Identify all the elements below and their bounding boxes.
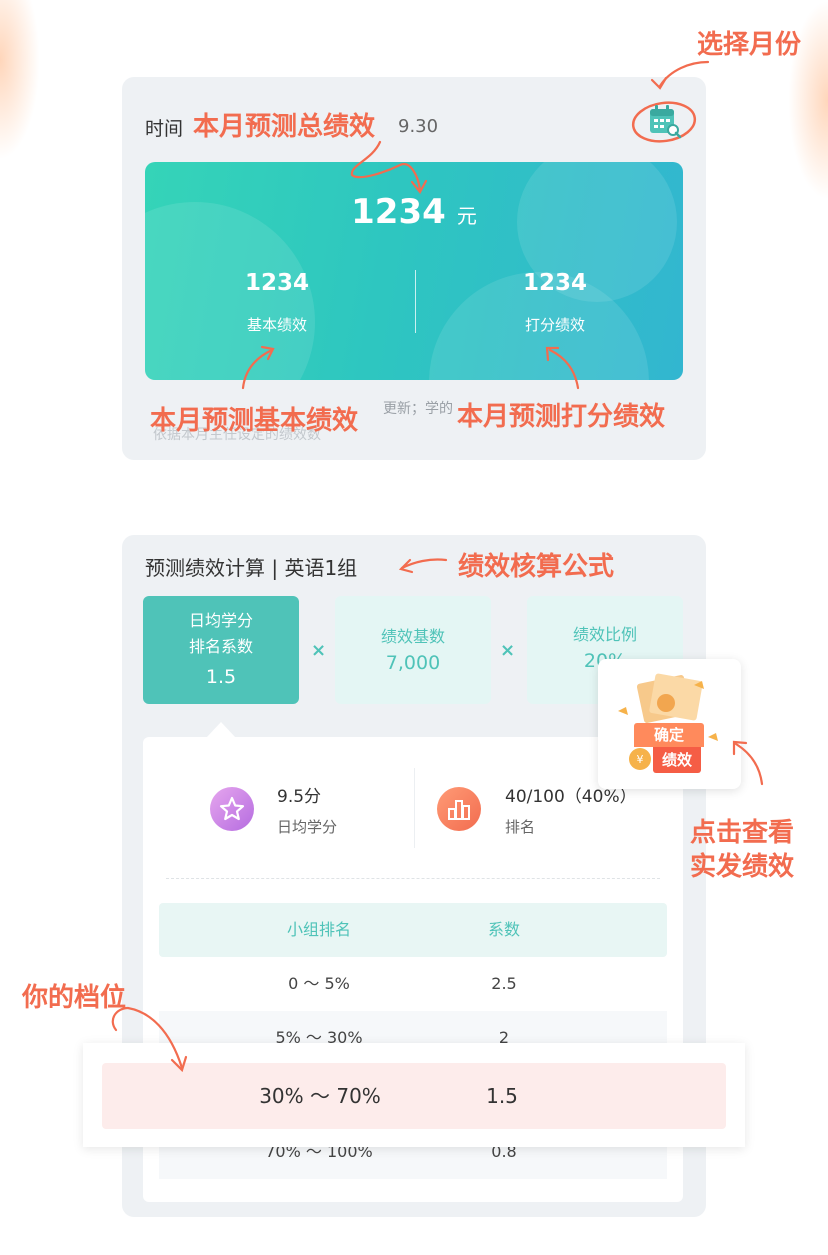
annotation-arrows-bottom — [111, 558, 764, 1073]
annotation-arrows-top — [241, 60, 710, 390]
